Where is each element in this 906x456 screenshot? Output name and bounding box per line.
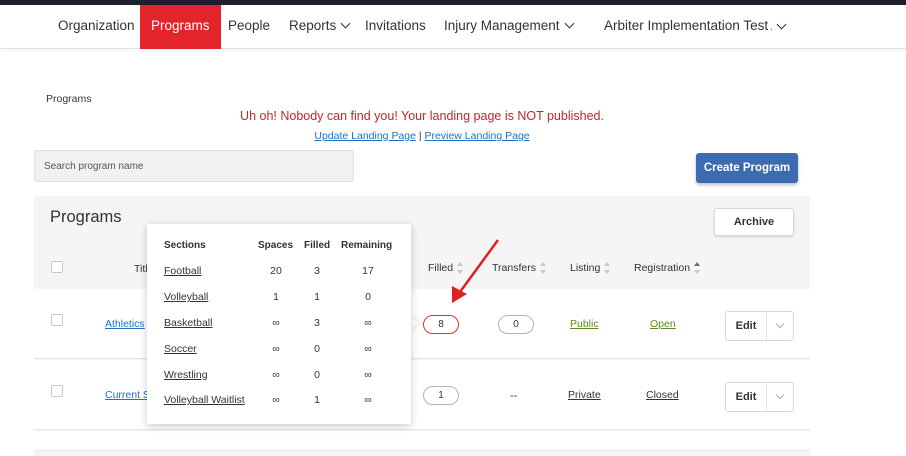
annotation-arrow-icon [452, 239, 500, 303]
